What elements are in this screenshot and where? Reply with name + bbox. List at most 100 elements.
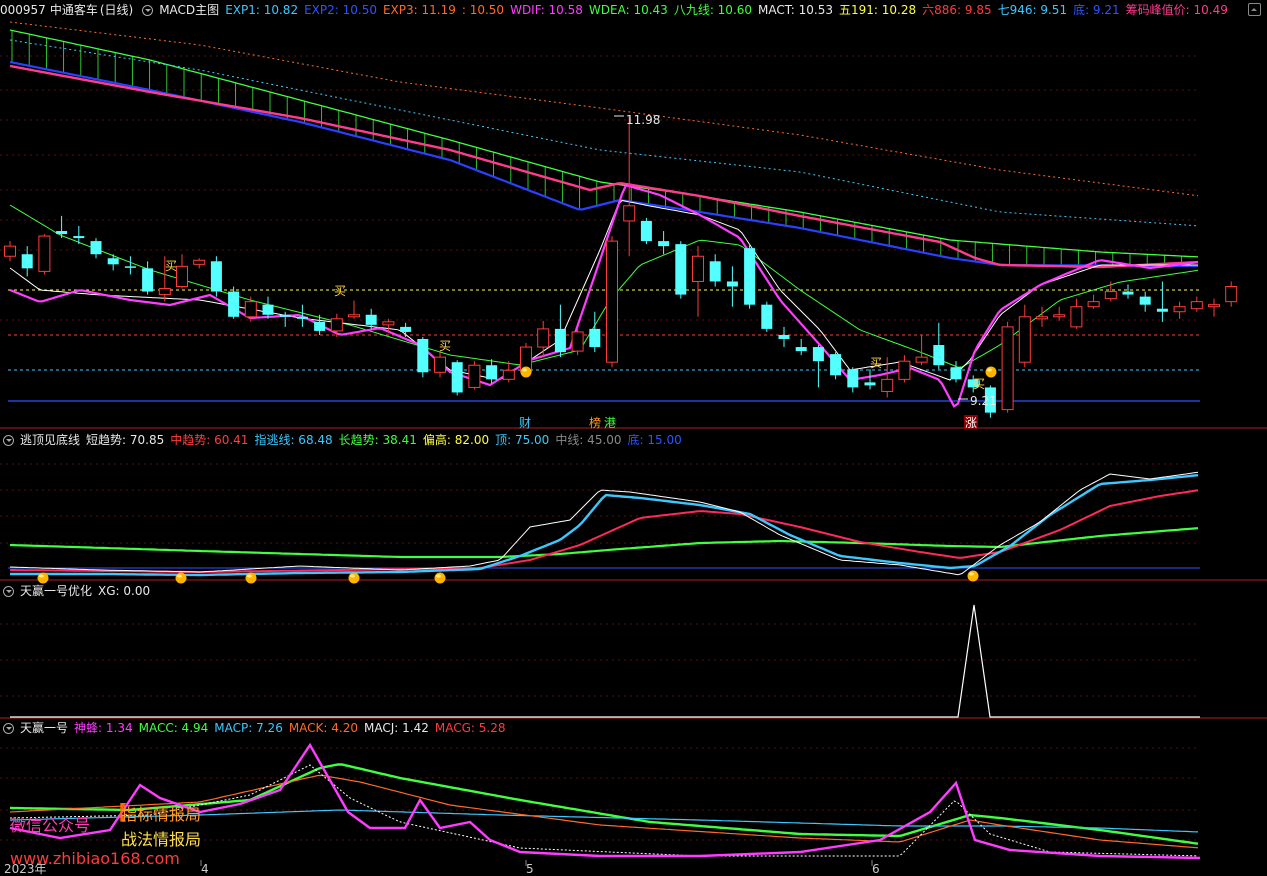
main-header-values: EXP1: 10.82 EXP2: 10.50 EXP3: 11.19: 10.50…	[225, 3, 1234, 17]
panel4-value-5: MACG: 5.28	[434, 721, 506, 735]
candle-1	[21, 246, 33, 277]
main-value-1: EXP2: 10.50	[304, 3, 377, 17]
panel2-menu-icon[interactable]	[3, 435, 14, 446]
mact-line	[9, 199, 1198, 381]
candle-27	[468, 361, 481, 390]
panel4-value-3: MACK: 4.20	[288, 721, 359, 735]
candle-34	[589, 311, 601, 353]
panel2-value-0: 短趋势: 70.85	[86, 433, 165, 447]
candle-30	[520, 343, 532, 374]
wdif-line	[9, 183, 1199, 408]
candle-6	[107, 254, 119, 271]
candle-38	[658, 231, 670, 255]
panel4-menu-icon[interactable]	[3, 723, 14, 734]
candle-46	[795, 338, 807, 356]
candle-0	[4, 241, 16, 262]
candle-11	[193, 258, 206, 269]
candle-49	[847, 367, 859, 393]
candle-15	[262, 296, 274, 319]
p2-coin-icon-1	[175, 572, 187, 584]
candle-20	[348, 300, 360, 319]
candle-61	[1053, 306, 1066, 321]
p2-coin-icon-3	[348, 572, 360, 584]
candle-68	[1173, 301, 1186, 319]
candle-17	[296, 304, 308, 327]
main-value-9: 六886: 9.85	[922, 3, 992, 17]
x-tick-1: 4	[201, 862, 209, 876]
candle-37	[640, 217, 652, 245]
candle-69	[1190, 296, 1203, 312]
panel3-title[interactable]: 天赢一号优化	[20, 584, 92, 598]
signal-bang: 榜	[589, 415, 601, 430]
exp1-dotted-line	[9, 39, 1199, 227]
buy-signal-1: 买	[334, 284, 346, 298]
stock-code: 000957	[0, 3, 46, 17]
coin-icon	[985, 366, 997, 378]
ribbon-top-line	[9, 29, 1199, 258]
candle-21	[365, 308, 377, 329]
candle-64	[1104, 281, 1117, 302]
panel2-value-5: 顶: 75.00	[495, 433, 550, 447]
stock-name: 中通客车	[49, 3, 98, 17]
candle-18	[314, 314, 326, 335]
brand-2: 战法情报局	[121, 830, 202, 849]
buy-signal-3: 买	[870, 356, 882, 370]
main-value-4: WDIF: 10.58	[510, 3, 583, 17]
signal-zhang: 涨	[965, 415, 977, 430]
panel4-header: 天赢一号 神蜂: 1.34 MACC: 4.94 MACP: 7.26 MACK: 4.…	[0, 720, 517, 736]
chart-period[interactable]: (日线)	[100, 3, 133, 17]
main-value-10: 七946: 9.51	[997, 3, 1068, 17]
main-value-8: 五191: 10.28	[838, 3, 917, 17]
candle-28	[486, 359, 498, 384]
panel3-menu-icon[interactable]	[3, 586, 14, 597]
main-value-11: 底: 9.21	[1073, 3, 1120, 17]
candle-50	[864, 369, 876, 390]
candle-16	[279, 311, 291, 327]
main-value-5: WDEA: 10.43	[588, 3, 668, 17]
candle-9	[158, 256, 171, 302]
candle-71	[1225, 281, 1238, 307]
panel4-value-1: MACC: 4.94	[138, 721, 209, 735]
brand-1: 指标情报局	[121, 805, 202, 824]
collapse-icon[interactable]	[1248, 3, 1261, 16]
panel2-value-1: 中趋势: 60.41	[170, 433, 249, 447]
indicator-name[interactable]: MACD主图	[159, 3, 219, 17]
candle-59	[1018, 304, 1031, 368]
exp3-line	[9, 21, 1199, 197]
candle-3	[56, 215, 68, 239]
candle-70	[1208, 298, 1220, 317]
candle-4	[73, 225, 85, 245]
buy-signal-4: 买	[973, 377, 985, 391]
panel4-values: 神蜂: 1.34 MACC: 4.94 MACP: 7.26 MACK: 4.20 MA…	[74, 721, 511, 735]
site-url[interactable]: www.zhibiao168.com	[10, 849, 180, 868]
panel4-value-0: 神蜂: 1.34	[74, 721, 133, 735]
candle-41	[709, 254, 721, 287]
panel3-values: XG: 0.00	[98, 584, 156, 598]
candle-35	[606, 236, 618, 368]
candle-60	[1036, 306, 1048, 327]
p2-long-trend-line	[9, 527, 1199, 559]
panel2-value-6: 中线: 45.00	[555, 433, 622, 447]
candle-58	[1001, 321, 1014, 413]
candle-43	[744, 244, 756, 309]
indicator-menu-icon[interactable]	[142, 5, 154, 16]
candle-39	[675, 241, 687, 299]
candle-5	[90, 238, 102, 259]
candle-29	[502, 361, 515, 383]
main-value-3: : 10.50	[461, 3, 505, 17]
panel2-value-2: 指逃线: 68.48	[254, 433, 333, 447]
x-tick-3: 6	[872, 862, 880, 876]
panel4-title[interactable]: 天赢一号	[20, 721, 68, 735]
panel2-title[interactable]: 逃顶见底线	[20, 433, 80, 447]
panel2-values: 短趋势: 70.85 中趋势: 60.41 指逃线: 68.48 长趋势: 38.41…	[86, 433, 688, 447]
candle-32	[554, 304, 566, 358]
wechat-label: 微信公众号	[10, 816, 91, 835]
candle-10	[176, 254, 188, 289]
main-header: 000957 中通客车 (日线) MACD主图 EXP1: 10.82 EXP2: 10.…	[0, 2, 1240, 18]
candle-12	[210, 256, 222, 297]
candle-14	[244, 296, 257, 322]
candle-33	[571, 328, 584, 356]
candle-42	[726, 266, 738, 307]
candle-54	[933, 322, 945, 370]
panel2-value-3: 长趋势: 38.41	[338, 433, 417, 447]
